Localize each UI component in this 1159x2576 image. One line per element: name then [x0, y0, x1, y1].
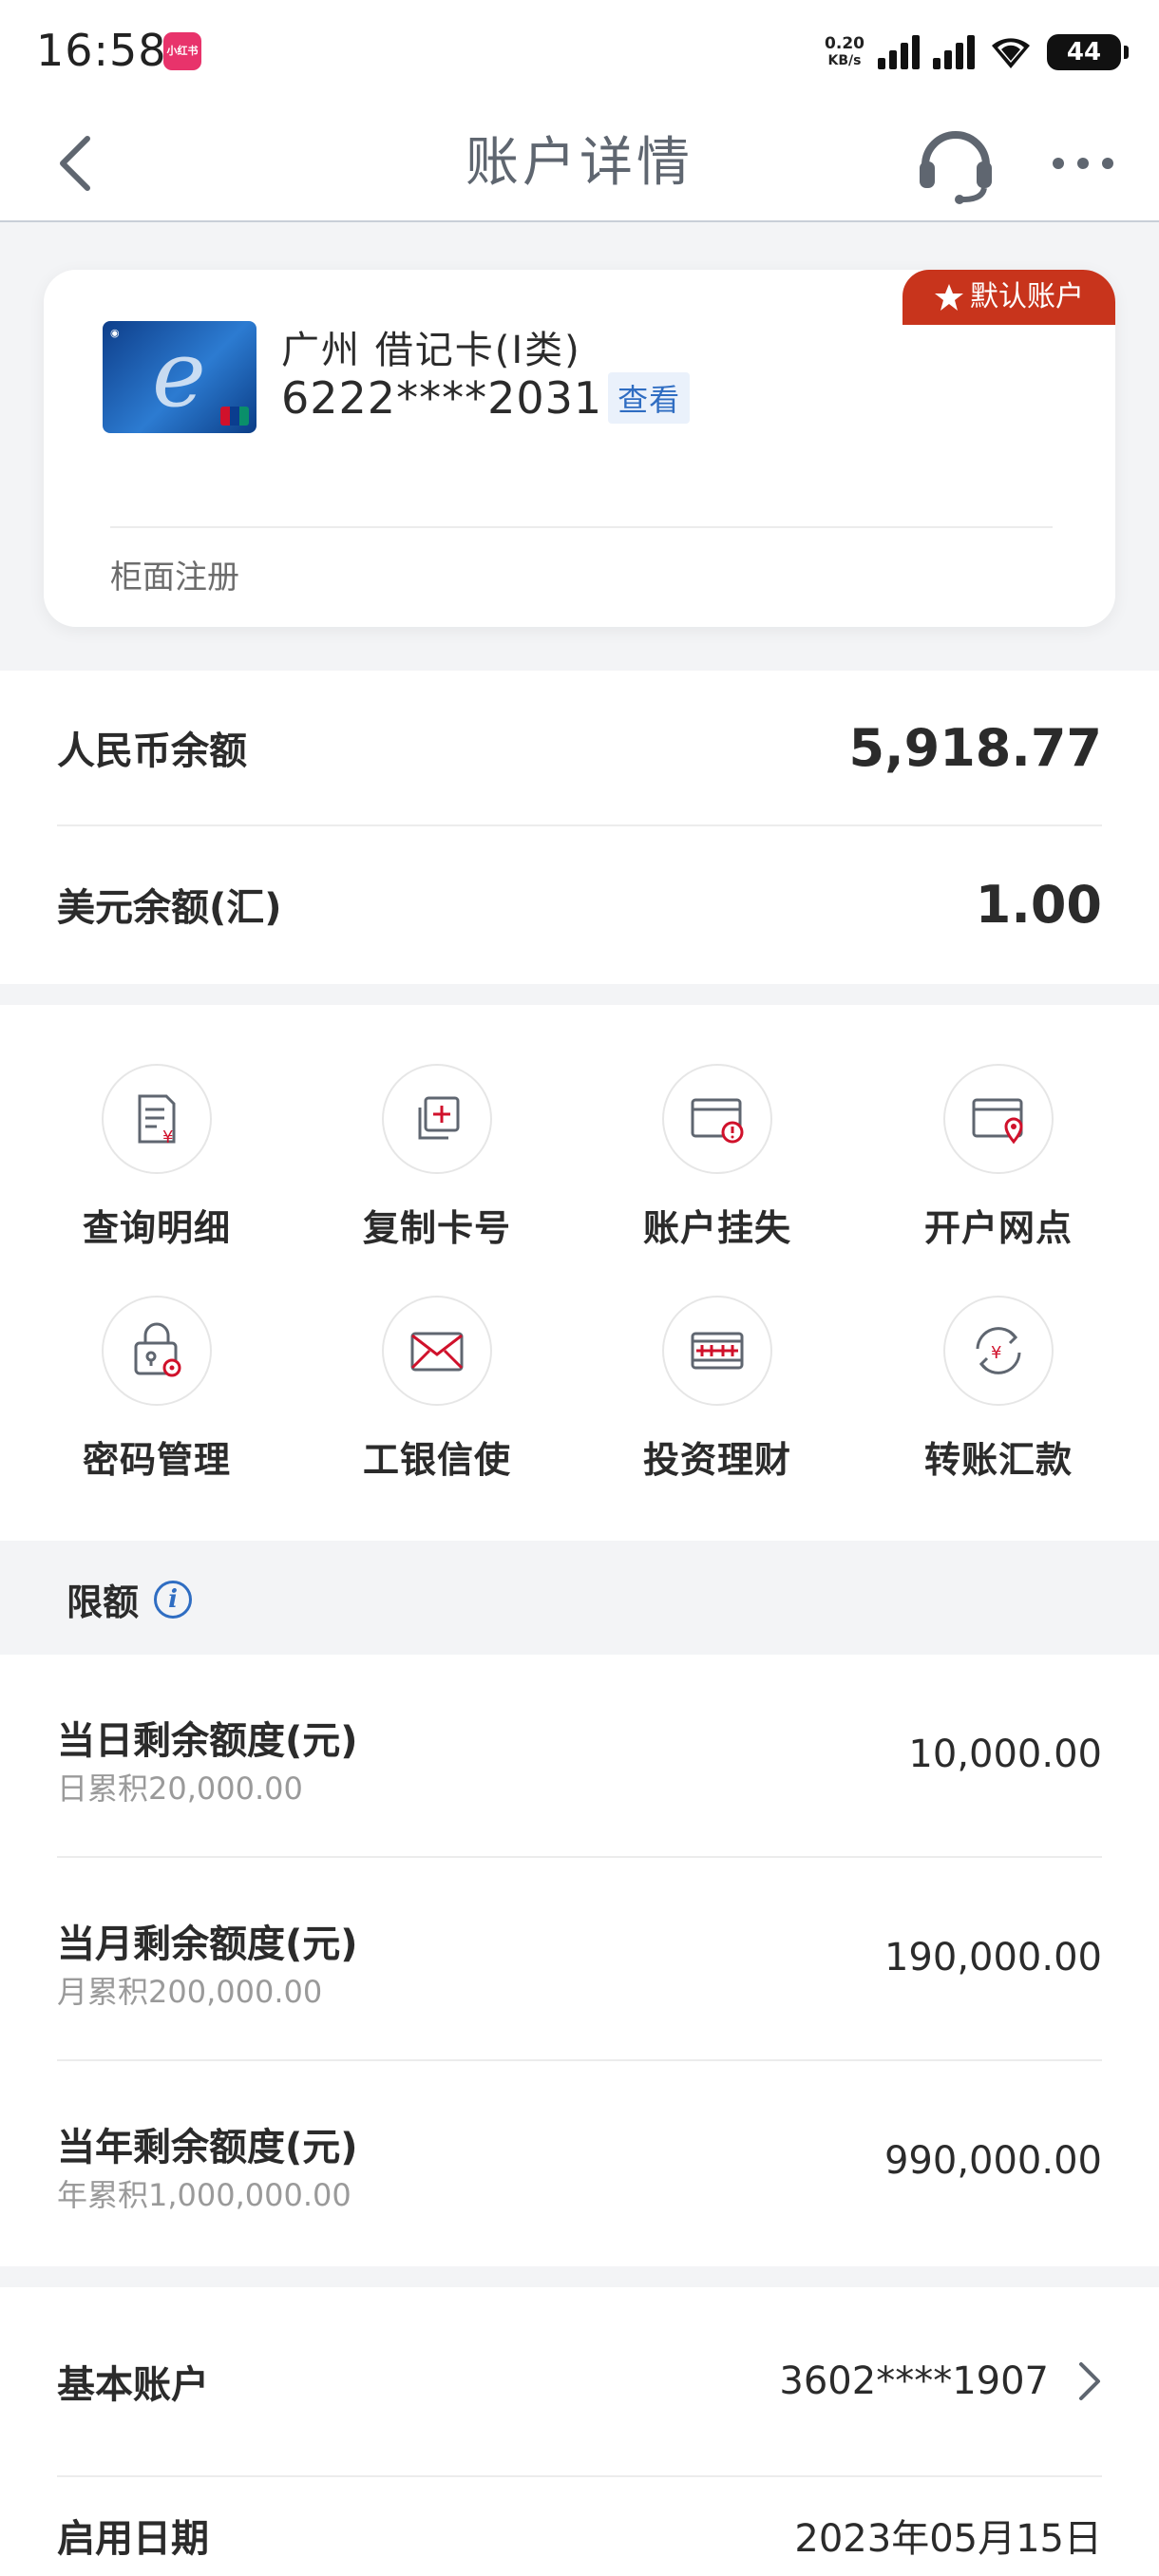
balance-label: 人民币余额: [57, 729, 247, 773]
bank-logo-icon: ◉: [110, 327, 120, 339]
limit-cumulative: 月累积200,000.00: [57, 1974, 323, 2010]
func-icon-wrap: ¥: [102, 1064, 212, 1174]
basic-account-row[interactable]: 基本账户 3602****1907: [57, 2287, 1102, 2477]
balance-label: 美元余额(汇): [57, 886, 282, 930]
limit-row-yearly: 当年剩余额度(元) 年累积1,000,000.00 990,000.00: [57, 2061, 1102, 2264]
limit-cumulative: 年累积1,000,000.00: [57, 2177, 352, 2213]
func-label: 转账汇款: [923, 1439, 1073, 1481]
func-icon-wrap: [382, 1064, 492, 1174]
function-grid: ¥ 查询明细 复制卡号 账户挂失 开户网点 密码管理 工银信使 投资理财 ¥ 转…: [0, 1005, 1159, 1541]
limits-title-row: 限额 i: [66, 1573, 193, 1625]
nav-bar: 账户详情: [0, 104, 1159, 222]
wifi-icon: [988, 34, 1034, 70]
account-info-label: 基本账户: [57, 2363, 209, 2407]
balance-row-cny: 人民币余额 5,918.77: [57, 671, 1102, 826]
customer-service-icon: [920, 131, 992, 204]
svg-text:¥: ¥: [162, 1127, 173, 1147]
limit-label: 当月剩余额度(元): [57, 1923, 358, 1966]
account-info-value-wrap: 3602****1907: [779, 2359, 1102, 2403]
bank-card-image: ◉ e: [103, 321, 256, 433]
report-loss-icon: [691, 1098, 744, 1144]
func-copy-card-number[interactable]: 复制卡号: [332, 1005, 542, 1249]
limits-header: 限额 i: [0, 1541, 1159, 1655]
view-card-number-button[interactable]: 查看: [608, 372, 691, 424]
status-time: 16:58: [36, 25, 167, 76]
e-logo-icon: e: [152, 321, 206, 427]
divider: [110, 526, 1053, 528]
balance-value: 5,918.77: [848, 717, 1102, 778]
notification-app-icon: 小红书: [163, 32, 201, 70]
basic-account-number: 3602****1907: [779, 2359, 1049, 2403]
invest-icon: [691, 1332, 744, 1370]
copy-card-icon: [418, 1096, 460, 1140]
signal-2-icon: [933, 35, 975, 69]
func-label: 投资理财: [642, 1439, 791, 1481]
statement-icon: ¥: [138, 1094, 176, 1147]
func-transfer[interactable]: ¥ 转账汇款: [894, 1237, 1103, 1481]
limit-label: 当年剩余额度(元): [57, 2126, 358, 2169]
password-lock-icon: [134, 1322, 181, 1377]
func-query-details[interactable]: ¥ 查询明细: [52, 1005, 261, 1249]
default-account-label: 默认账户: [970, 280, 1084, 313]
limit-row-daily: 当日剩余额度(元) 日累积20,000.00 10,000.00: [57, 1655, 1102, 1858]
activation-date-row: 启用日期 2023年05月15日: [57, 2477, 1102, 2576]
balances-section: 人民币余额 5,918.77 美元余额(汇) 1.00: [0, 671, 1159, 984]
signal-1-icon: [878, 35, 920, 69]
registration-channel: 柜面注册: [110, 559, 239, 597]
battery-icon: 44: [1047, 34, 1129, 70]
balance-value: 1.00: [975, 874, 1102, 935]
func-icbc-messenger[interactable]: 工银信使: [332, 1237, 542, 1481]
branch-location-icon: [972, 1098, 1023, 1145]
account-info-section: 基本账户 3602****1907 启用日期 2023年05月15日: [0, 2287, 1159, 2576]
limit-row-monthly: 当月剩余额度(元) 月累积200,000.00 190,000.00: [57, 1858, 1102, 2061]
activation-date: 2023年05月15日: [794, 2517, 1102, 2561]
limits-list: 当日剩余额度(元) 日累积20,000.00 10,000.00 当月剩余额度(…: [0, 1655, 1159, 2266]
limits-title: 限额: [66, 1582, 140, 1623]
customer-service-button[interactable]: [916, 118, 996, 207]
limit-value: 190,000.00: [884, 1936, 1102, 1979]
svg-text:¥: ¥: [991, 1343, 1001, 1363]
func-icon-wrap: [943, 1064, 1054, 1174]
transfer-icon: ¥: [976, 1327, 1021, 1374]
func-icon-wrap: [102, 1296, 212, 1406]
envelope-icon: [410, 1332, 464, 1372]
default-account-badge: 默认账户: [902, 270, 1115, 325]
func-label: 密码管理: [82, 1439, 231, 1481]
limit-cumulative: 日累积20,000.00: [57, 1771, 303, 1807]
balance-row-usd: 美元余额(汇) 1.00: [57, 826, 1102, 982]
func-icon-wrap: [662, 1296, 772, 1406]
limit-label: 当日剩余额度(元): [57, 1719, 358, 1763]
card-number: 6222****2031: [281, 372, 603, 424]
star-icon: [935, 284, 963, 311]
func-icon-wrap: [662, 1064, 772, 1174]
account-info-label: 启用日期: [57, 2517, 209, 2561]
network-speed-unit: KB/s: [827, 53, 862, 68]
network-speed: 0.20 KB/s: [825, 35, 864, 69]
func-password[interactable]: 密码管理: [52, 1237, 261, 1481]
func-investment[interactable]: 投资理财: [613, 1237, 822, 1481]
func-icon-wrap: [382, 1296, 492, 1406]
limit-value: 990,000.00: [884, 2139, 1102, 2183]
func-report-loss[interactable]: 账户挂失: [613, 1005, 822, 1249]
account-card[interactable]: 默认账户 ◉ e 广州 借记卡(Ⅰ类) 6222****2031 查看 柜面注册: [44, 270, 1115, 627]
func-label: 工银信使: [362, 1439, 511, 1481]
func-branch[interactable]: 开户网点: [894, 1005, 1103, 1249]
card-section: 默认账户 ◉ e 广州 借记卡(Ⅰ类) 6222****2031 查看 柜面注册: [0, 224, 1159, 671]
func-icon-wrap: ¥: [943, 1296, 1054, 1406]
status-indicators: 0.20 KB/s 44: [825, 28, 1129, 76]
chevron-right-icon: [1079, 2362, 1100, 2400]
unionpay-icon: [220, 407, 249, 426]
card-name: 广州 借记卡(Ⅰ类): [281, 329, 581, 372]
network-speed-value: 0.20: [825, 34, 864, 53]
info-icon[interactable]: i: [154, 1580, 193, 1619]
more-button[interactable]: [1049, 139, 1117, 188]
more-icon: [1053, 158, 1113, 169]
limit-value: 10,000.00: [908, 1733, 1102, 1776]
status-bar: 16:58 小红书 0.20 KB/s 44: [0, 0, 1159, 104]
card-number-row: 6222****2031 查看: [281, 372, 691, 424]
